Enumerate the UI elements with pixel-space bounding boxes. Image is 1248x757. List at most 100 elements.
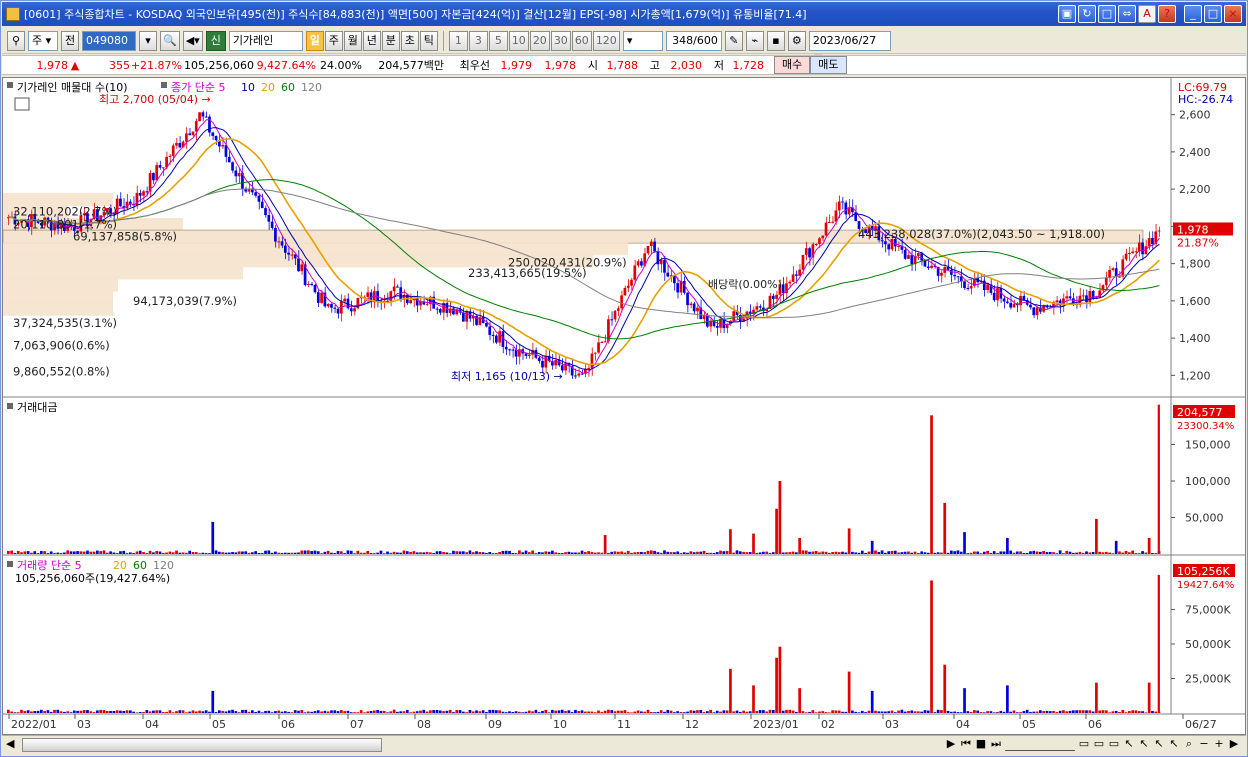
tool-icon[interactable]: ✎ (724, 30, 743, 51)
dropdown-icon[interactable]: ▾ (139, 30, 157, 51)
amount-bar (643, 552, 647, 554)
arrow-icon-2[interactable]: ↖ (1138, 737, 1150, 751)
volume-bar (699, 709, 703, 713)
candle-body (1002, 298, 1006, 302)
sell-button[interactable]: 매도 (810, 56, 847, 74)
search-icon[interactable]: 🔍 (160, 30, 180, 51)
lock-icon[interactable]: ⚲ (7, 30, 25, 51)
amount-bar (666, 551, 670, 554)
volume-bar (254, 712, 257, 713)
period-button-6[interactable]: 틱 (419, 30, 438, 51)
play-icon[interactable]: ▶ (945, 737, 957, 751)
candle-body (844, 202, 848, 215)
amount-bar (56, 552, 60, 554)
settings-icon[interactable]: ⚙ (787, 30, 806, 51)
stop-icon[interactable]: ■ (975, 737, 987, 751)
volume-bar (897, 710, 900, 713)
chart-canvas[interactable]: 2,6002,4002,2002,0001,8001,6001,4001,200… (3, 78, 1245, 734)
count-input[interactable]: 348/600 (665, 30, 722, 51)
amount-bar (445, 552, 449, 554)
arrow-icon-4[interactable]: ↖ (1168, 737, 1180, 751)
amount-bar (887, 551, 891, 554)
period-button-2[interactable]: 월 (343, 30, 362, 51)
amount-bar (399, 552, 403, 554)
arrow-icon-3[interactable]: ↖ (1153, 737, 1165, 751)
amount-bar (669, 552, 673, 554)
interval-button-120[interactable]: 120 (592, 30, 620, 51)
scroll-left-icon[interactable]: ◀ (6, 737, 14, 750)
amount-bar (1039, 551, 1042, 554)
volume-bar (544, 709, 548, 713)
scroll-right-icon[interactable]: ▶ (1228, 737, 1240, 751)
amount-bar (923, 552, 927, 554)
zoom-icon[interactable]: ⌕ (1183, 737, 1195, 751)
period-button-5[interactable]: 초 (400, 30, 419, 51)
step-back-icon[interactable]: ⏮ (960, 737, 972, 751)
buy-button[interactable]: 매수 (774, 56, 811, 74)
layout-icon-1[interactable]: ▭ (1078, 737, 1090, 751)
interval-button-30[interactable]: 30 (550, 30, 571, 51)
interval-button-3[interactable]: 3 (468, 30, 488, 51)
volume-bar (936, 709, 940, 713)
help-icon[interactable]: ? (1158, 5, 1176, 23)
interval-button-10[interactable]: 10 (508, 30, 529, 51)
font-icon[interactable]: A (1138, 5, 1156, 23)
period-select[interactable]: 주 ▾ (28, 30, 58, 51)
link-icon[interactable]: ▣ (1058, 5, 1076, 23)
period-button-3[interactable]: 년 (362, 30, 381, 51)
speaker-icon[interactable]: ◀▾ (182, 30, 203, 51)
amount-bar (570, 552, 574, 554)
period-button-4[interactable]: 분 (381, 30, 400, 51)
arrow-icon-1[interactable]: ↖ (1123, 737, 1135, 751)
interval-button-1[interactable]: 1 (448, 30, 468, 51)
candle-body (992, 292, 996, 301)
minimize-button[interactable]: _ (1184, 5, 1202, 23)
chart-scrollbar[interactable]: ◀ ▶ ⏮ ■ ⏭ ▭ ▭ ▭ ↖ ↖ ↖ ↖ ⌕ − + ▶ (2, 735, 1246, 753)
amount-bar (264, 550, 267, 554)
candle-body (996, 288, 999, 301)
zoom-slider[interactable] (1005, 737, 1075, 751)
volume-bar (537, 712, 541, 713)
date-input[interactable]: 2023/06/27 ▦ (808, 30, 891, 65)
volume-bar (893, 712, 897, 713)
interval-button-60[interactable]: 60 (571, 30, 592, 51)
layout-icon-3[interactable]: ▭ (1108, 737, 1120, 751)
chart-tool-icon[interactable]: ⌁ (745, 30, 764, 51)
zoom-out-icon[interactable]: − (1198, 737, 1210, 751)
period-button-0[interactable]: 일 (305, 30, 324, 51)
period-button-1[interactable]: 주 (324, 30, 343, 51)
custom-interval-input[interactable]: ▾ (622, 30, 663, 51)
chart-area[interactable]: 2,6002,4002,2002,0001,8001,6001,4001,200… (2, 77, 1246, 735)
amount-bar (735, 550, 739, 554)
candle-body (204, 116, 208, 118)
swap-icon[interactable]: ⇔ (1118, 5, 1136, 23)
volume-bar (36, 710, 40, 713)
stock-code-input[interactable]: 049080 (82, 30, 136, 51)
refresh-icon[interactable]: ↻ (1078, 5, 1096, 23)
interval-button-5[interactable]: 5 (488, 30, 508, 51)
scroll-thumb[interactable] (22, 738, 382, 752)
amount-bar (82, 551, 86, 554)
candle-body (185, 133, 188, 142)
zoom-in-icon[interactable]: + (1213, 737, 1225, 751)
layout-icon-2[interactable]: ▭ (1093, 737, 1105, 751)
interval-button-20[interactable]: 20 (529, 30, 550, 51)
close-button[interactable]: × (1224, 5, 1242, 23)
volume-bar (287, 711, 290, 713)
volume-bar (1095, 682, 1098, 713)
amount-bar (224, 552, 228, 554)
step-forward-icon[interactable]: ⏭ (990, 737, 1002, 751)
save-icon[interactable]: ▪ (766, 30, 785, 51)
amount-bars (7, 415, 1161, 554)
maximize-button[interactable]: □ (1204, 5, 1222, 23)
pin-icon[interactable]: □ (1098, 5, 1116, 23)
amount-bar (854, 552, 858, 554)
amount-bar (158, 551, 162, 554)
volume-profile-label: 32,110,202(2.7%) (13, 204, 117, 218)
amount-bar (511, 553, 515, 554)
candle-body (511, 349, 515, 351)
prev-button[interactable]: 전 (61, 30, 79, 51)
amount-bar (659, 552, 663, 554)
candle-body (837, 201, 841, 211)
candle-body (580, 373, 584, 375)
